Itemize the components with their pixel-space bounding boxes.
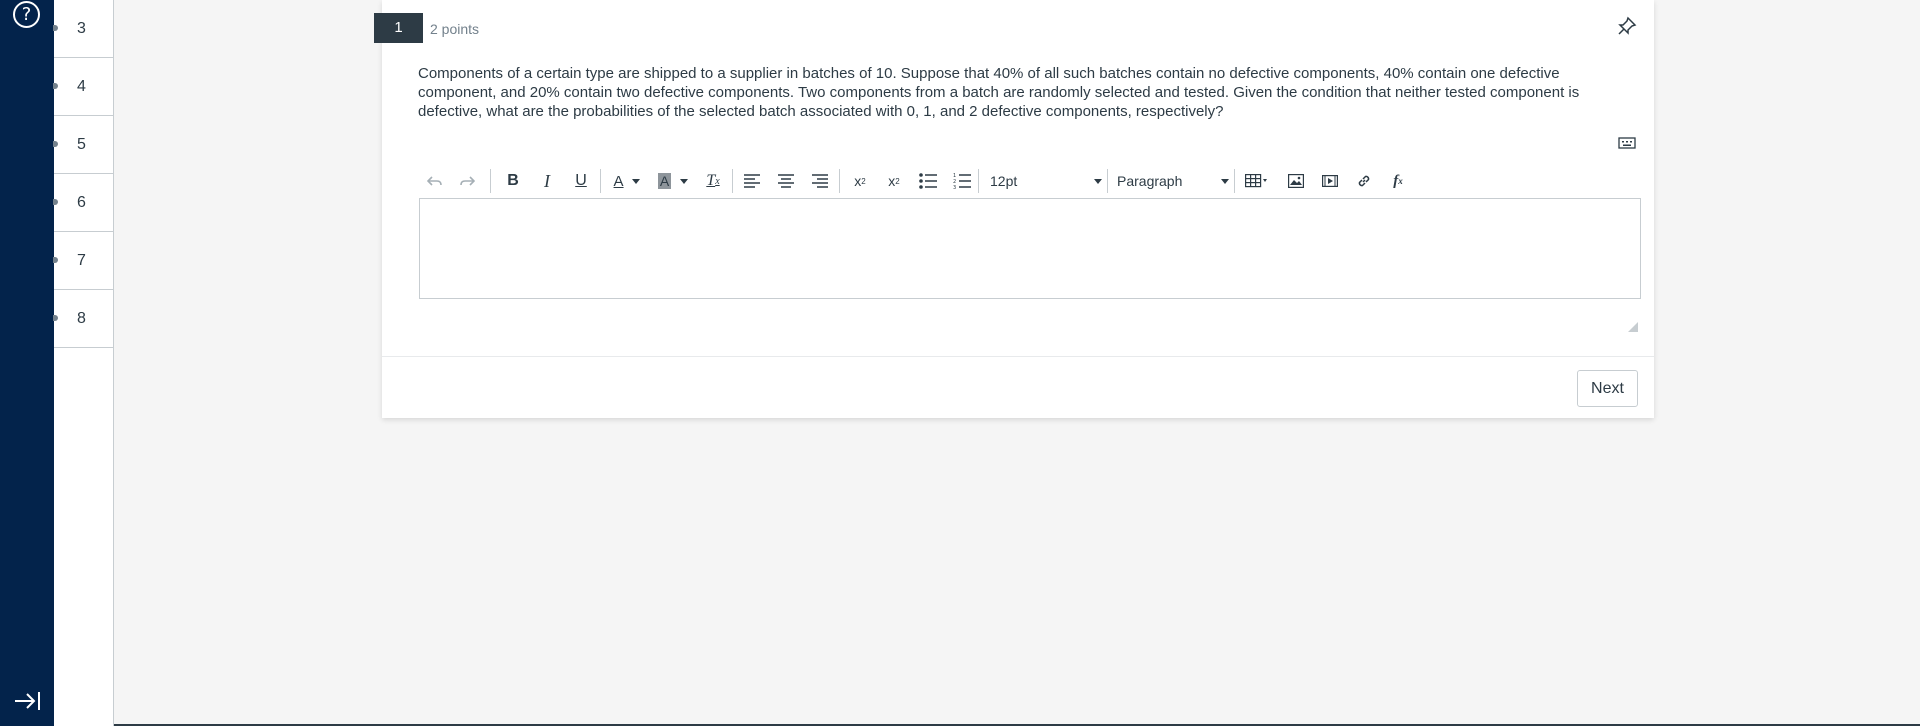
align-center-icon[interactable] <box>769 165 803 197</box>
question-nav-item[interactable]: 4 <box>53 58 113 116</box>
clear-formatting-icon[interactable]: Tx <box>697 165 729 197</box>
undo-icon[interactable] <box>419 165 451 197</box>
numbered-list-icon[interactable]: 123 <box>945 165 979 197</box>
toolbar-separator <box>1234 169 1235 193</box>
subscript-icon[interactable]: x2 <box>877 165 911 197</box>
toolbar-separator <box>1107 169 1108 193</box>
rich-text-toolbar: B I U A A Tx x2 x2 123 12pt Paragraph f … <box>419 165 1641 197</box>
question-text: Components of a certain type are shipped… <box>418 65 1580 120</box>
superscript-icon[interactable]: x2 <box>843 165 877 197</box>
toolbar-separator <box>978 169 979 193</box>
redo-icon[interactable] <box>451 165 483 197</box>
next-button[interactable]: Next <box>1577 370 1638 407</box>
resize-handle-icon[interactable] <box>1628 322 1638 332</box>
align-right-icon[interactable] <box>803 165 837 197</box>
equation-icon[interactable]: fx <box>1381 165 1415 197</box>
text-color-icon[interactable]: A <box>605 165 649 197</box>
status-dot <box>53 25 58 31</box>
expand-sidebar-icon[interactable] <box>14 690 42 712</box>
question-navigation: 3 4 5 6 7 8 <box>53 0 114 726</box>
question-nav-item[interactable]: 3 <box>53 0 113 58</box>
question-number-badge: 1 <box>374 13 423 43</box>
toolbar-separator <box>600 169 601 193</box>
card-footer-divider <box>382 356 1654 357</box>
toolbar-separator <box>839 169 840 193</box>
question-nav-item[interactable]: 6 <box>53 174 113 232</box>
question-nav-item[interactable]: 8 <box>53 290 113 348</box>
table-icon[interactable] <box>1241 165 1275 197</box>
status-dot <box>53 257 58 263</box>
bold-icon[interactable]: B <box>497 165 529 197</box>
keyboard-shortcuts-icon[interactable] <box>1618 136 1636 150</box>
help-icon[interactable]: ? <box>13 1 40 28</box>
media-icon[interactable] <box>1313 165 1347 197</box>
underline-icon[interactable]: U <box>565 165 597 197</box>
align-left-icon[interactable] <box>735 165 769 197</box>
answer-editor[interactable] <box>419 198 1641 299</box>
toolbar-separator <box>490 169 491 193</box>
svg-text:3: 3 <box>953 185 956 189</box>
image-icon[interactable] <box>1279 165 1313 197</box>
highlight-color-icon[interactable]: A <box>651 165 695 197</box>
status-dot <box>53 315 58 321</box>
status-dot <box>53 199 58 205</box>
status-dot <box>53 141 58 147</box>
left-rail: ? <box>0 0 54 726</box>
toolbar-separator <box>732 169 733 193</box>
link-icon[interactable] <box>1347 165 1381 197</box>
italic-icon[interactable]: I <box>531 165 563 197</box>
question-nav-item[interactable]: 7 <box>53 232 113 290</box>
pin-icon[interactable] <box>1617 16 1637 36</box>
status-dot <box>53 83 58 89</box>
block-format-select[interactable]: Paragraph <box>1117 165 1229 197</box>
question-points: 2 points <box>430 21 480 37</box>
bullet-list-icon[interactable] <box>911 165 945 197</box>
question-nav-item[interactable]: 5 <box>53 116 113 174</box>
font-size-select[interactable]: 12pt <box>990 165 1102 197</box>
